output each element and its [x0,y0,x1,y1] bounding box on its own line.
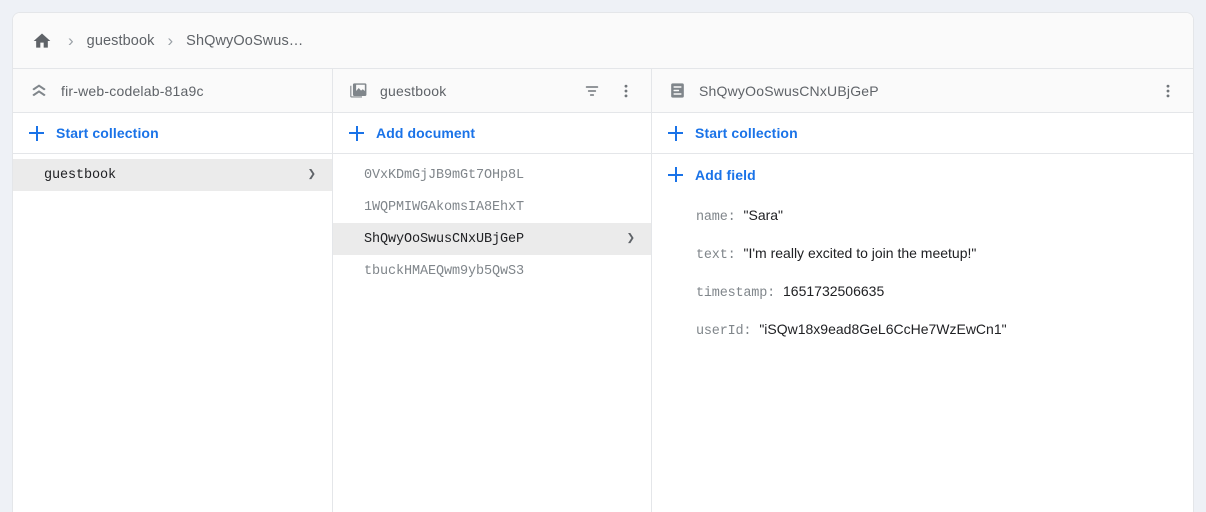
database-panel: fir-web-codelab-81a9c Start collection g… [13,69,333,512]
chevron-right-icon: ❯ [308,168,318,182]
plus-icon [668,126,683,141]
start-collection-button[interactable]: Start collection [13,113,332,154]
database-name: fir-web-codelab-81a9c [61,83,318,99]
filter-icon[interactable] [581,76,603,106]
breadcrumb-item-collection[interactable]: guestbook [87,33,155,49]
field-row-name[interactable]: name: "Sara" [696,207,1177,225]
breadcrumb-separator-2: › [155,32,187,49]
document-list-item-0[interactable]: 0VxKDmGjJB9mGt7OHp8L ❯ [333,159,651,191]
document-start-collection-label: Start collection [695,125,798,141]
more-vert-icon-document[interactable] [1157,76,1179,106]
document-list-item-2[interactable]: ShQwyOoSwusCNxUBjGeP ❯ [333,223,651,255]
document-panel-header: ShQwyOoSwusCNxUBjGeP [652,69,1193,113]
document-list-item-label: 0VxKDmGjJB9mGt7OHp8L [364,168,637,183]
collection-panel-header: guestbook [333,69,651,113]
document-list-item-label: 1WQPMIWGAkomsIA8EhxT [364,200,637,215]
collection-list: guestbook ❯ [13,154,332,191]
panel-columns: fir-web-codelab-81a9c Start collection g… [13,69,1193,512]
field-value: "iSQw18x9ead8GeL6CcHe7WzEwCn1" [759,321,1006,337]
collection-list-item-guestbook[interactable]: guestbook ❯ [13,159,332,191]
field-value: "Sara" [744,207,784,223]
document-fields: name: "Sara" text: "I'm really excited t… [652,195,1193,359]
field-value: 1651732506635 [783,283,884,299]
document-list-item-3[interactable]: tbuckHMAEQwm9yb5QwS3 ❯ [333,255,651,287]
document-list-item-1[interactable]: 1WQPMIWGAkomsIA8EhxT ❯ [333,191,651,223]
plus-icon [668,167,683,182]
plus-icon [349,126,364,141]
database-panel-header: fir-web-codelab-81a9c [13,69,332,113]
firestore-data-panel: › guestbook › ShQwyOoSwus… fir-web-codel… [12,12,1194,512]
plus-icon [29,126,44,141]
field-key: text: [696,248,736,263]
chevron-right-icon: ❯ [627,232,637,246]
breadcrumb-item-document[interactable]: ShQwyOoSwus… [186,33,303,49]
field-key: timestamp: [696,286,775,301]
field-key: name: [696,210,736,225]
more-vert-icon-collection[interactable] [615,76,637,106]
firestore-database-icon [29,81,49,101]
document-panel: ShQwyOoSwusCNxUBjGeP Start collection Ad… [652,69,1193,512]
document-id: ShQwyOoSwusCNxUBjGeP [699,83,1145,99]
document-list: 0VxKDmGjJB9mGt7OHp8L ❯ 1WQPMIWGAkomsIA8E… [333,154,651,287]
document-start-collection-button[interactable]: Start collection [652,113,1193,154]
database-panel-body: Start collection guestbook ❯ [13,113,332,512]
field-value: "I'm really excited to join the meetup!" [744,245,977,261]
field-row-text[interactable]: text: "I'm really excited to join the me… [696,245,1177,263]
field-key: userId: [696,324,751,339]
breadcrumb: › guestbook › ShQwyOoSwus… [13,13,1193,69]
add-document-button[interactable]: Add document [333,113,651,154]
document-list-item-label: tbuckHMAEQwm9yb5QwS3 [364,264,637,279]
document-icon [668,81,687,100]
home-icon[interactable] [29,28,55,54]
start-collection-label: Start collection [56,125,159,141]
add-field-label: Add field [695,167,756,183]
collection-list-item-label: guestbook [44,168,308,183]
collection-panel-body: Add document 0VxKDmGjJB9mGt7OHp8L ❯ 1WQP… [333,113,651,512]
document-list-item-label: ShQwyOoSwusCNxUBjGeP [364,232,627,247]
field-row-userid[interactable]: userId: "iSQw18x9ead8GeL6CcHe7WzEwCn1" [696,321,1177,339]
field-row-timestamp[interactable]: timestamp: 1651732506635 [696,283,1177,301]
collection-panel: guestbook Add document [333,69,652,512]
document-panel-body: Start collection Add field name: "Sara" … [652,113,1193,512]
add-document-label: Add document [376,125,475,141]
breadcrumb-separator-1: › [55,32,87,49]
add-field-button[interactable]: Add field [652,154,1193,195]
collection-name: guestbook [380,83,569,99]
collection-icon [349,81,368,100]
